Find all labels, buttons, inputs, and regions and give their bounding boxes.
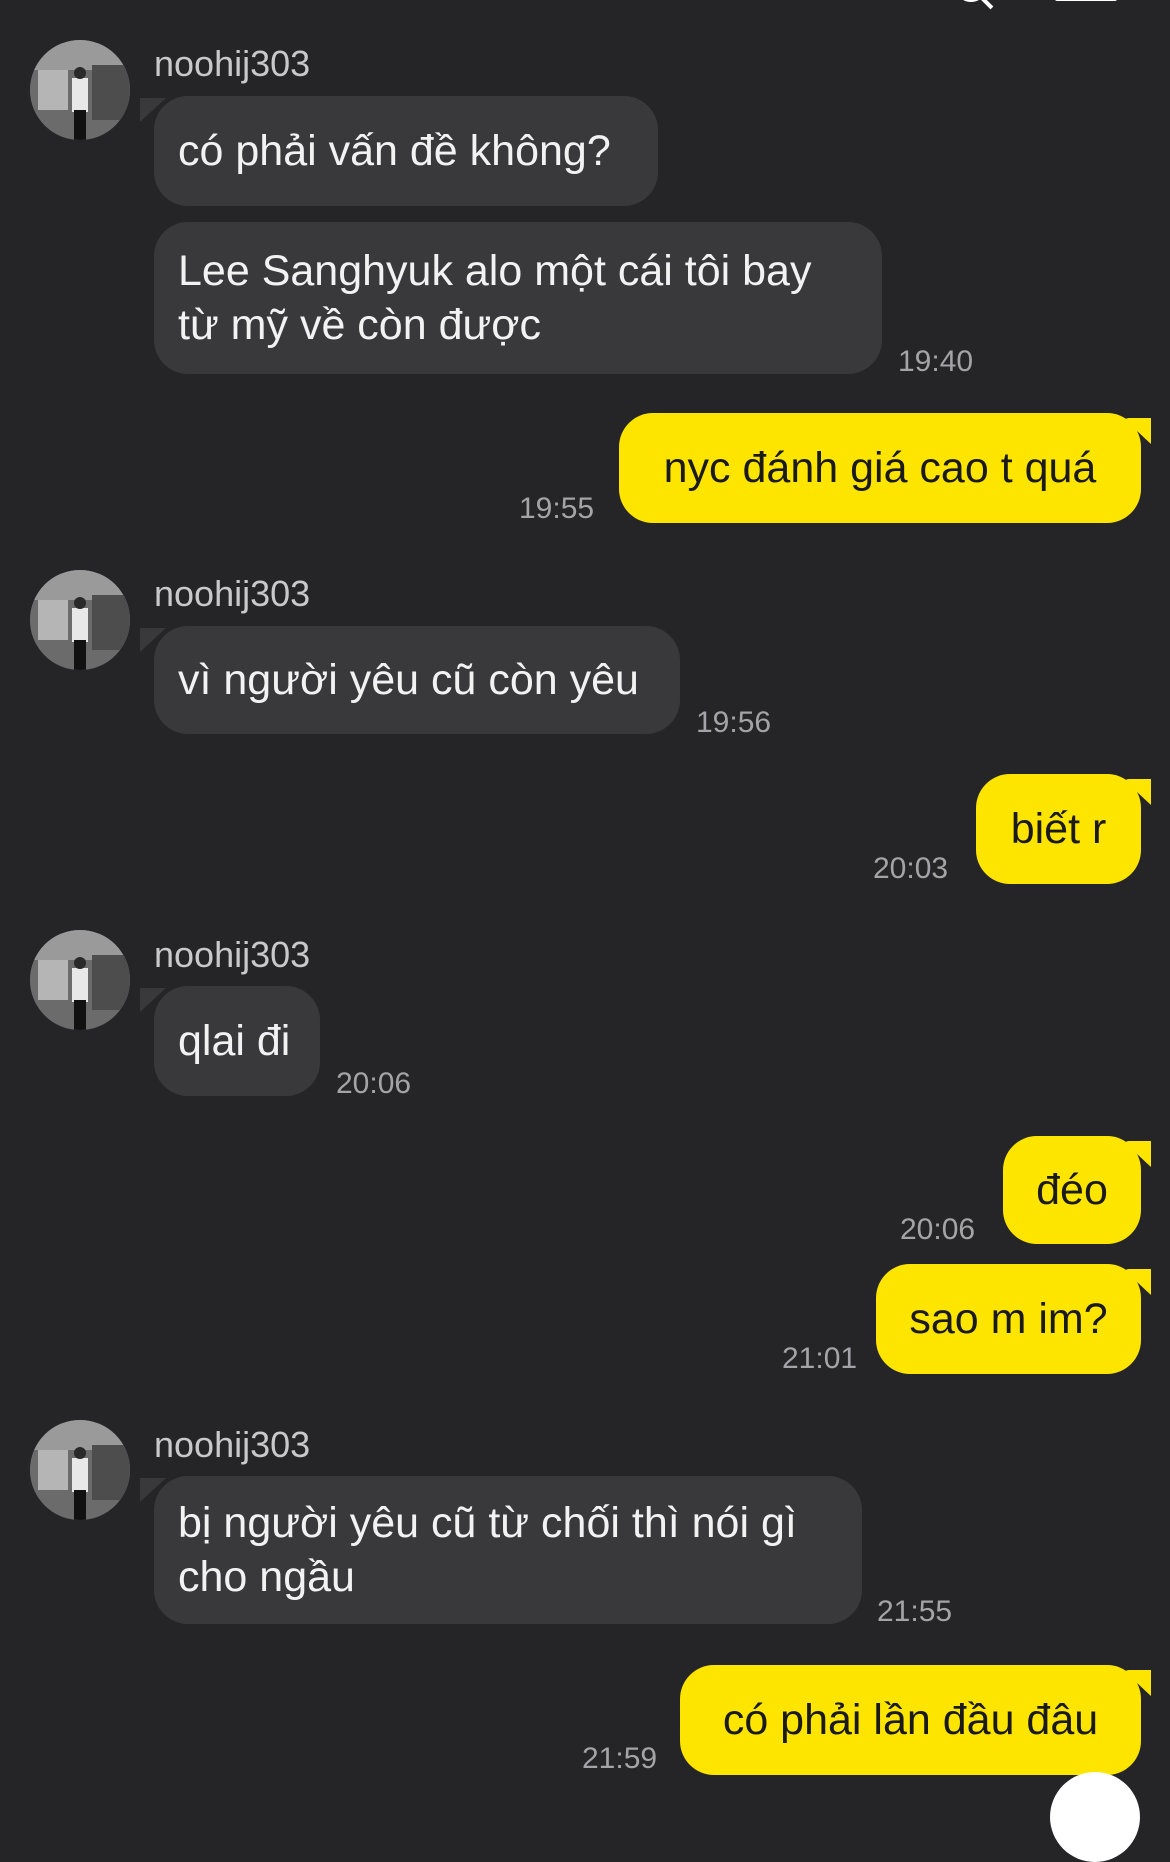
message-text: vì người yêu cũ còn yêu xyxy=(178,656,639,704)
message-bubble-incoming[interactable]: Lee Sanghyuk alo một cái tôi bay từ mỹ v… xyxy=(154,222,882,374)
timestamp: 19:55 xyxy=(519,492,595,525)
timestamp: 21:59 xyxy=(582,1742,658,1775)
message-bubble-outgoing[interactable]: sao m im? xyxy=(876,1264,1141,1374)
timestamp: 20:06 xyxy=(336,1067,412,1100)
message-text: sao m im? xyxy=(909,1295,1108,1343)
sender-name: noohij303 xyxy=(154,43,311,84)
timestamp: 20:06 xyxy=(900,1213,976,1246)
message-text: có phải lần đầu đâu xyxy=(722,1696,1099,1744)
menu-icon[interactable] xyxy=(1055,0,1117,1)
avatar-photo xyxy=(30,1420,130,1520)
message-bubble-incoming[interactable]: có phải vấn đề không? xyxy=(154,96,658,206)
avatar[interactable] xyxy=(30,40,130,140)
timestamp: 21:01 xyxy=(782,1342,858,1375)
message-bubble-incoming[interactable]: qlai đi xyxy=(154,986,320,1096)
message-text: đéo xyxy=(1036,1166,1108,1214)
message-text: biết r xyxy=(1010,805,1107,853)
message-text: nyc đánh giá cao t quá xyxy=(663,444,1097,492)
avatar[interactable] xyxy=(30,930,130,1030)
message-bubble-outgoing[interactable]: biết r xyxy=(976,774,1141,884)
message-bubble-outgoing[interactable]: nyc đánh giá cao t quá xyxy=(619,413,1141,523)
timestamp: 19:40 xyxy=(898,345,974,378)
avatar-photo xyxy=(30,40,130,140)
sender-name: noohij303 xyxy=(154,1424,311,1465)
message-bubble-incoming[interactable]: bị người yêu cũ từ chối thì nói gì cho n… xyxy=(154,1476,862,1624)
scroll-down-button[interactable] xyxy=(1050,1772,1140,1862)
sender-name: noohij303 xyxy=(154,573,311,614)
timestamp: 19:56 xyxy=(696,706,772,739)
timestamp: 20:03 xyxy=(873,852,949,885)
search-icon[interactable] xyxy=(955,0,987,2)
avatar[interactable] xyxy=(30,570,130,670)
timestamp: 21:55 xyxy=(877,1595,953,1628)
avatar-photo xyxy=(30,570,130,670)
message-bubble-outgoing[interactable]: có phải lần đầu đâu xyxy=(680,1665,1141,1775)
message-bubble-outgoing[interactable]: đéo xyxy=(1003,1136,1141,1244)
message-text: Lee Sanghyuk alo một cái tôi bay từ mỹ v… xyxy=(178,247,812,349)
avatar[interactable] xyxy=(30,1420,130,1520)
message-text: qlai đi xyxy=(178,1017,291,1065)
message-text: bị người yêu cũ từ chối thì nói gì cho n… xyxy=(178,1499,797,1601)
sender-name: noohij303 xyxy=(154,934,311,975)
message-text: có phải vấn đề không? xyxy=(178,127,611,175)
message-bubble-incoming[interactable]: vì người yêu cũ còn yêu xyxy=(154,626,680,734)
avatar-photo xyxy=(30,930,130,1030)
